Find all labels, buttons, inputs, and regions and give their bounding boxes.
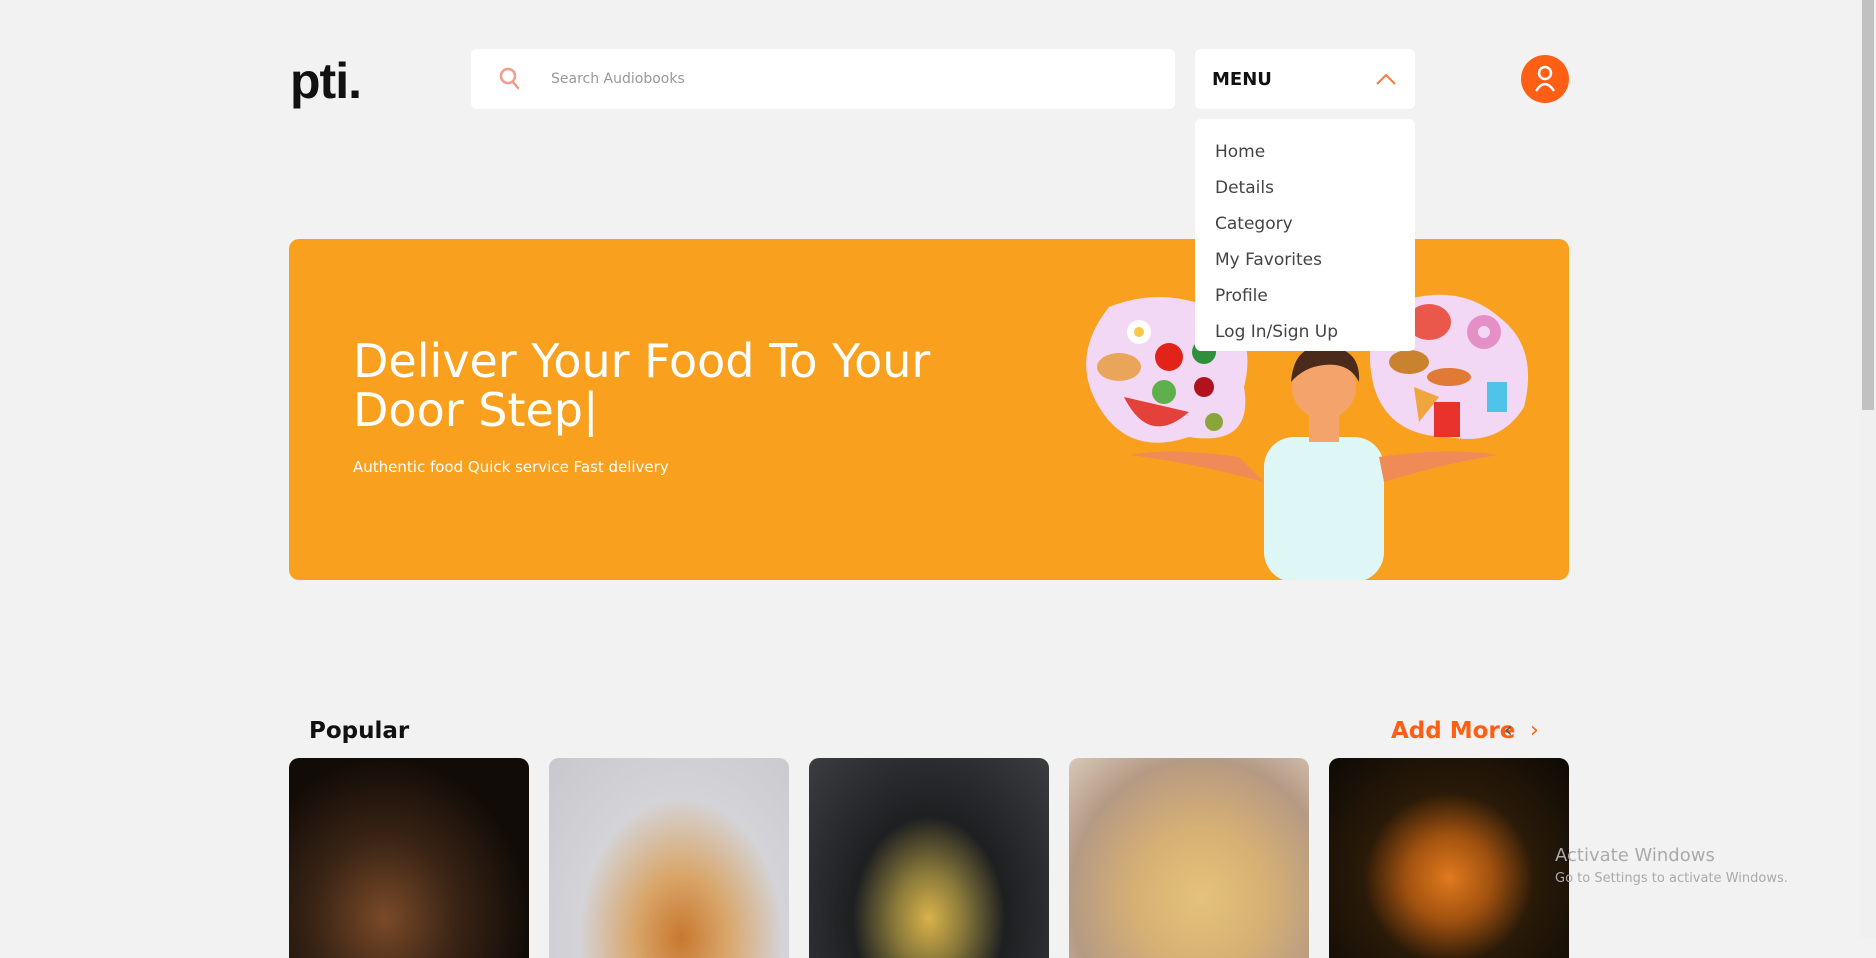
- menu-item-profile[interactable]: Profile: [1195, 278, 1415, 314]
- activate-windows-hint: Go to Settings to activate Windows.: [1555, 871, 1788, 886]
- hero-headline: Deliver Your Food To Your Door Step|: [353, 334, 931, 437]
- logo[interactable]: pti.: [290, 52, 362, 110]
- menu-item-details[interactable]: Details: [1195, 170, 1415, 206]
- search-input[interactable]: [551, 71, 1111, 87]
- activate-windows-watermark: Activate Windows: [1555, 845, 1715, 866]
- menu-item-home[interactable]: Home: [1195, 134, 1415, 170]
- menu-item-login[interactable]: Log In/Sign Up: [1195, 314, 1415, 350]
- chevron-up-icon: [1376, 73, 1396, 85]
- food-card-garlic-bread[interactable]: [1069, 758, 1309, 958]
- menu-item-category[interactable]: Category: [1195, 206, 1415, 242]
- hero-subtitle: Authentic food Quick service Fast delive…: [353, 458, 669, 476]
- chevron-left-icon[interactable]: ‹: [1504, 718, 1513, 743]
- food-card-burger[interactable]: [1329, 758, 1569, 958]
- add-more-link[interactable]: Add More: [1391, 718, 1515, 744]
- search-icon: [499, 67, 520, 90]
- menu-label: MENU: [1212, 68, 1272, 90]
- food-card-cake[interactable]: [289, 758, 529, 958]
- chevron-right-icon[interactable]: ›: [1530, 718, 1539, 743]
- profile-avatar-button[interactable]: [1521, 55, 1569, 103]
- menu-item-favorites[interactable]: My Favorites: [1195, 242, 1415, 278]
- food-card-rice-plate[interactable]: [809, 758, 1049, 958]
- menu-dropdown-button[interactable]: MENU: [1195, 49, 1415, 109]
- user-icon: [1534, 65, 1556, 92]
- scrollbar-thumb[interactable]: [1862, 0, 1874, 410]
- menu-dropdown: Home Details Category My Favorites Profi…: [1195, 119, 1415, 351]
- search-bar[interactable]: [471, 49, 1175, 109]
- food-card-fried-chicken[interactable]: [549, 758, 789, 958]
- section-title-popular: Popular: [309, 718, 410, 744]
